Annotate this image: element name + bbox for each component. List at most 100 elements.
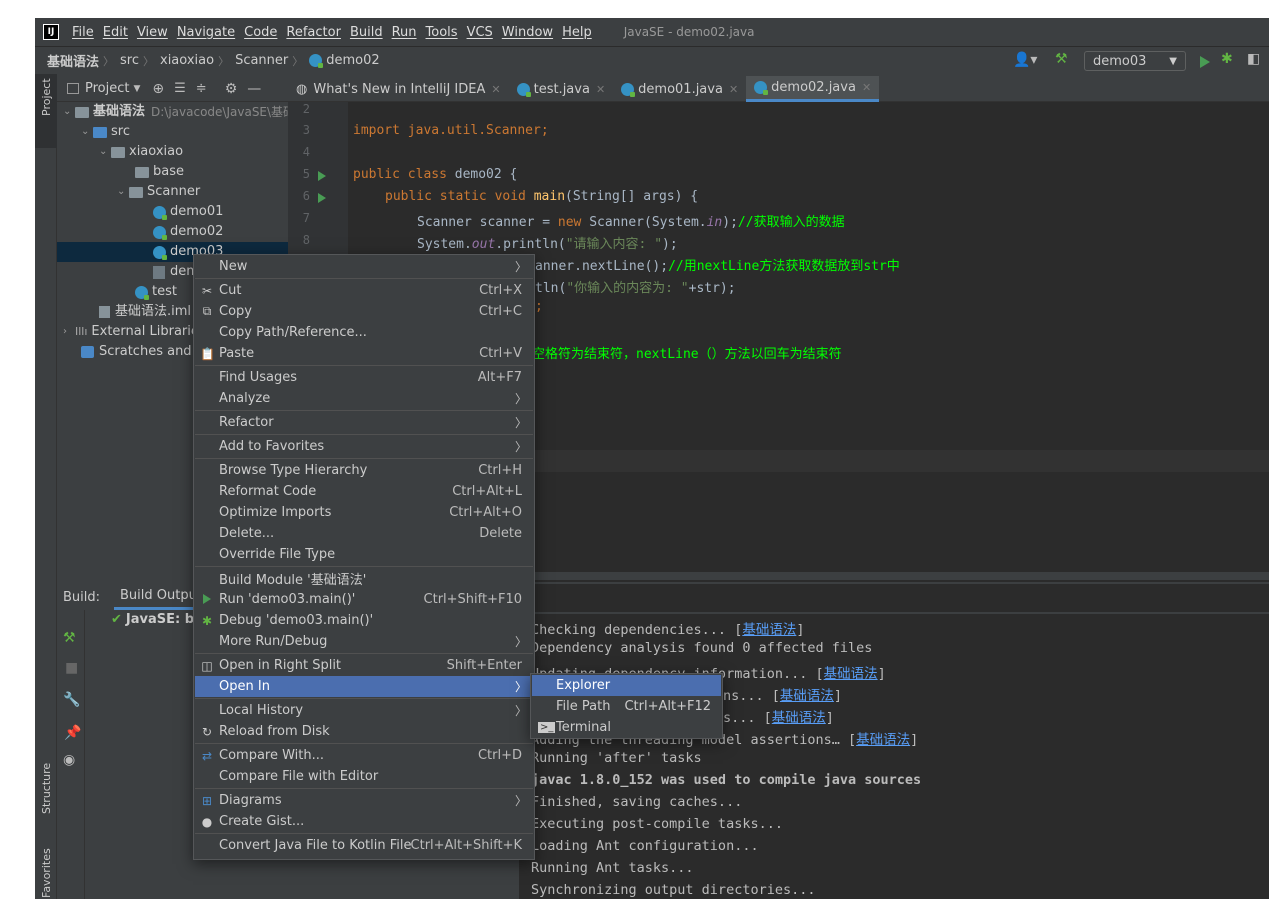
menu-item-copy[interactable]: ⧉ Copy Ctrl+C	[195, 301, 533, 322]
console-line: Checking dependencies... [基础语法]	[531, 622, 805, 638]
menu-window[interactable]: Window	[499, 25, 559, 40]
console-link[interactable]: 基础语法	[856, 732, 910, 748]
run-gutter-icon[interactable]	[318, 193, 326, 203]
menu-build[interactable]: Build	[347, 25, 389, 40]
menu-item-debug[interactable]: ✱ Debug 'demo03.main()'	[195, 610, 533, 631]
favorites-tool-label[interactable]: Favorites	[40, 848, 53, 898]
console-link[interactable]: 基础语法	[824, 666, 878, 682]
menu-item-open-right-split[interactable]: ◫ Open in Right Split Shift+Enter	[195, 655, 533, 676]
menu-item-refactor[interactable]: Refactor 〉	[195, 412, 533, 433]
run-configuration-select[interactable]: demo03 ▼	[1084, 51, 1186, 71]
hammer-icon[interactable]: ⚒	[63, 630, 76, 646]
console-link[interactable]: 基础语法	[772, 710, 826, 726]
collapse-all-icon[interactable]: ≑	[196, 81, 207, 96]
breadcrumb-project[interactable]: 基础语法	[47, 51, 99, 70]
console-link[interactable]: 基础语法	[780, 688, 834, 704]
tab-demo01-java[interactable]: demo01.java ✕	[613, 76, 746, 102]
build-hammer-icon[interactable]: ⚒	[1055, 51, 1068, 67]
run-icon[interactable]	[1200, 56, 1210, 68]
menu-item-compare-with[interactable]: ⇄ Compare With... Ctrl+D	[195, 745, 533, 766]
menu-item-paste[interactable]: 📋 Paste Ctrl+V	[195, 343, 533, 364]
close-icon[interactable]: ✕	[862, 81, 871, 94]
tree-item-external-libraries[interactable]: › Illı External Librarie	[63, 322, 199, 342]
menu-item-reformat[interactable]: Reformat Code Ctrl+Alt+L	[195, 481, 533, 502]
tree-item-project-root[interactable]: ⌄ 基础语法 D:\javacode\JavaSE\基础	[63, 102, 295, 122]
menu-code[interactable]: Code	[241, 25, 283, 40]
menu-view[interactable]: View	[134, 25, 174, 40]
menu-refactor[interactable]: Refactor	[283, 25, 347, 40]
submenu-item-terminal[interactable]: >_ Terminal	[532, 717, 721, 738]
build-console[interactable]: Checking dependencies... [基础语法] Dependen…	[519, 584, 1269, 899]
menu-item-run[interactable]: Run 'demo03.main()' Ctrl+Shift+F10	[195, 589, 533, 610]
close-icon[interactable]: ✕	[596, 83, 605, 96]
user-icon[interactable]: 👤▾	[1013, 52, 1037, 68]
menu-item-analyze[interactable]: Analyze 〉	[195, 388, 533, 409]
structure-tool-label[interactable]: Structure	[40, 763, 53, 814]
menu-run[interactable]: Run	[389, 25, 423, 40]
debug-bug-icon[interactable]: ✱	[1221, 51, 1233, 67]
tree-item-demo01[interactable]: demo01	[153, 202, 223, 222]
menu-item-add-favorites[interactable]: Add to Favorites 〉	[195, 436, 533, 457]
menu-item-create-gist[interactable]: ● Create Gist...	[195, 811, 533, 832]
menu-item-convert-kotlin[interactable]: Convert Java File to Kotlin File Ctrl+Alt…	[195, 835, 533, 856]
tab-test-java[interactable]: test.java ✕	[509, 76, 614, 102]
project-tool-label[interactable]: Project	[40, 78, 53, 116]
menu-item-cut[interactable]: ✂ Cut Ctrl+X	[195, 280, 533, 301]
tree-item-scanner[interactable]: ⌄ Scanner	[117, 182, 200, 202]
copy-icon: ⧉	[202, 304, 212, 318]
breadcrumb-subpackage[interactable]: Scanner	[235, 53, 288, 68]
submenu-item-file-path[interactable]: File Path Ctrl+Alt+F12	[532, 696, 721, 717]
tree-item-scratches[interactable]: Scratches and C	[81, 342, 205, 362]
menu-item-local-history[interactable]: Local History 〉	[195, 700, 533, 721]
coverage-icon[interactable]: ◧	[1247, 51, 1260, 67]
menu-item-browse-hierarchy[interactable]: Browse Type Hierarchy Ctrl+H	[195, 460, 533, 481]
console-link[interactable]: 基础语法	[742, 622, 796, 638]
tree-item-iml[interactable]: 基础语法.iml	[99, 302, 191, 322]
run-gutter-icon[interactable]	[318, 171, 326, 181]
breadcrumb-file[interactable]: demo02	[326, 53, 379, 68]
menu-item-more-run[interactable]: More Run/Debug 〉	[195, 631, 533, 652]
menu-item-override-type[interactable]: Override File Type	[195, 544, 533, 565]
menu-item-diagrams[interactable]: ⊞ Diagrams 〉	[195, 790, 533, 811]
menu-tools[interactable]: Tools	[423, 25, 464, 40]
menu-item-build-module[interactable]: Build Module '基础语法'	[195, 568, 533, 589]
menu-item-optimize-imports[interactable]: Optimize Imports Ctrl+Alt+O	[195, 502, 533, 523]
stop-icon[interactable]: ■	[65, 660, 78, 676]
minimize-icon[interactable]: —	[247, 81, 261, 97]
pin-icon[interactable]: 📌	[64, 725, 81, 741]
tab-demo02-java[interactable]: demo02.java ✕	[746, 76, 880, 102]
project-panel-title[interactable]: Project	[85, 81, 129, 96]
wrench-icon[interactable]: 🔧	[63, 692, 80, 708]
reload-icon: ↻	[201, 724, 213, 739]
tree-item-xiaoxiao[interactable]: ⌄ xiaoxiao	[99, 142, 183, 162]
menu-item-reload[interactable]: ↻ Reload from Disk	[195, 721, 533, 742]
dropdown-arrow-icon[interactable]: ▼	[133, 84, 140, 94]
menu-file[interactable]: File	[69, 25, 100, 40]
menu-vcs[interactable]: VCS	[464, 25, 499, 40]
menu-help[interactable]: Help	[559, 25, 598, 40]
tree-item-src[interactable]: ⌄ src	[81, 122, 130, 142]
menu-item-new[interactable]: New 〉	[195, 256, 533, 277]
menu-item-compare-editor[interactable]: Compare File with Editor	[195, 766, 533, 787]
menu-item-copy-path[interactable]: Copy Path/Reference...	[195, 322, 533, 343]
locate-icon[interactable]: ⊕	[152, 81, 164, 97]
breadcrumb-package[interactable]: xiaoxiao	[160, 53, 214, 68]
menu-edit[interactable]: Edit	[100, 25, 134, 40]
menu-item-find-usages[interactable]: Find Usages Alt+F7	[195, 367, 533, 388]
gear-icon[interactable]: ⚙	[225, 81, 238, 97]
menu-item-delete[interactable]: Delete... Delete	[195, 523, 533, 544]
tree-item-demo02[interactable]: demo02	[153, 222, 223, 242]
breadcrumb-src[interactable]: src	[120, 53, 139, 68]
menu-item-open-in[interactable]: Open In 〉	[195, 676, 533, 697]
close-icon[interactable]: ✕	[729, 83, 738, 96]
eye-icon[interactable]: ◉	[63, 752, 75, 768]
tab-whats-new[interactable]: ◍ What's New in IntelliJ IDEA ✕	[288, 76, 509, 102]
tree-item-base[interactable]: base	[135, 162, 184, 182]
expand-all-icon[interactable]: ☰	[174, 81, 186, 96]
chevron-right-icon: 〉	[514, 260, 527, 274]
console-line: javac 1.8.0_152 was used to compile java…	[531, 772, 922, 788]
close-icon[interactable]: ✕	[491, 83, 500, 96]
tree-item-test[interactable]: test	[135, 282, 177, 302]
menu-navigate[interactable]: Navigate	[174, 25, 241, 40]
submenu-item-explorer[interactable]: Explorer	[532, 675, 721, 696]
